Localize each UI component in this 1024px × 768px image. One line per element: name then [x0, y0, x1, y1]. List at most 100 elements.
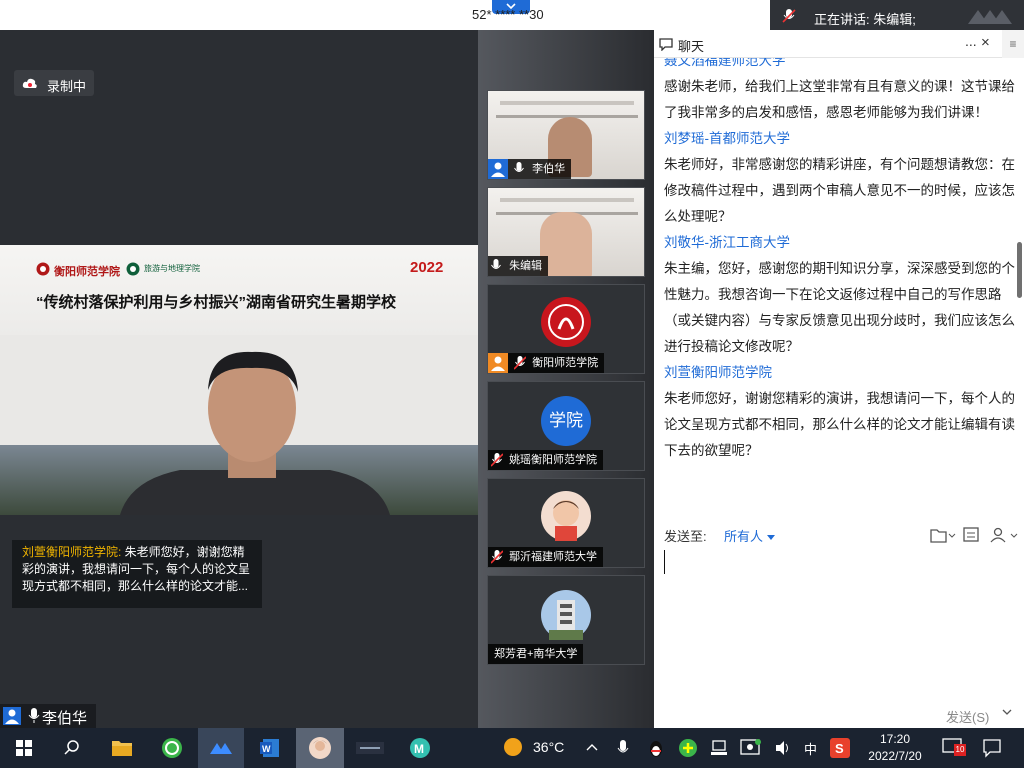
participant-namebar: 衡阳师范学院: [488, 353, 605, 373]
browser-360-icon: [162, 738, 182, 758]
windows-logo-icon: [16, 740, 32, 756]
main-video-feed[interactable]: 衡阳师范学院 旅游与地理学院 2022 “传统村落保护利用与乡村振兴”湖南省研究…: [0, 245, 478, 515]
participant-name: 姚瑶衡阳师范学院: [509, 454, 598, 466]
scrollbar-thumb[interactable]: [1017, 242, 1022, 298]
speaking-indicator: 正在讲话: 朱编辑;: [770, 0, 1024, 32]
recording-label: 录制中: [47, 79, 87, 94]
chat-message-text: 朱老师好，非常感谢您的精彩讲座，有个问题想请教您：在修改稿件过程中，遇到两个审稿…: [664, 157, 1015, 224]
school-logo-text: 衡阳师范学院: [54, 266, 120, 278]
announcement-icon[interactable]: [962, 526, 980, 544]
app-window: 52* **** **30 正在讲话: 朱编辑; 录制中 衡阳师范学院 旅游与地…: [0, 0, 1024, 768]
mic-muted-icon: [488, 450, 504, 470]
search-button[interactable]: [48, 728, 96, 768]
mic-muted-icon: [782, 9, 796, 23]
send-button[interactable]: 发送(S): [946, 707, 989, 726]
chat-title: 聊天: [678, 39, 705, 54]
chat-message-text: 感谢朱老师，给我们上这堂非常有且有意义的课！这节课给了我非常多的启发和感悟，感恩…: [664, 79, 1015, 120]
chat-message-sender[interactable]: 刘梦瑶-首都师范大学: [664, 126, 1016, 152]
user-avatar-icon: [488, 353, 508, 373]
cloud-record-icon: [22, 78, 37, 88]
recipient-value: 所有人: [724, 529, 764, 544]
chevron-up-icon[interactable]: [586, 743, 598, 751]
chat-message-text: 朱主编，您好，感谢您的期刊知识分享，深深感受到您的个性魅力。我想咨询一下在论文返…: [664, 261, 1015, 354]
tencent-meeting-logo-icon: [968, 10, 1012, 24]
caption-sender: 刘萱衡阳师范学院:: [22, 545, 122, 559]
participant-namebar: 郑芳君+南华大学: [488, 644, 584, 664]
tencent-meeting-icon: [210, 743, 232, 754]
mic-muted-icon: [488, 547, 504, 567]
participant-name: 朱编辑: [509, 260, 543, 272]
user-permission-icon[interactable]: [990, 526, 1020, 544]
participant-tile[interactable]: 鄢沂福建师范大学: [487, 478, 645, 568]
banner-year: 2022: [410, 259, 444, 276]
text-avatar: 学院: [541, 396, 591, 446]
input-method[interactable]: 中: [804, 739, 817, 758]
svg-text:W: W: [262, 744, 271, 754]
chat-input[interactable]: [664, 550, 665, 574]
volume-icon[interactable]: [774, 739, 792, 757]
banner-title: “传统村落保护利用与乡村振兴”湖南省研究生暑期学校: [36, 294, 397, 311]
taskbar-browser[interactable]: [148, 728, 196, 768]
side-panel-toggle-icon[interactable]: ≡: [1002, 30, 1024, 58]
qq-icon[interactable]: [646, 738, 666, 758]
taskbar-photo[interactable]: [296, 728, 344, 768]
participant-tile[interactable]: 郑芳君+南华大学: [487, 575, 645, 665]
chat-message-list[interactable]: 聂文滔福建师范大学 感谢朱老师，给我们上这堂非常有且有意义的课！这节课给了我非常…: [664, 58, 1016, 520]
microphone-icon[interactable]: [617, 739, 629, 757]
participant-tile[interactable]: 衡阳师范学院: [487, 284, 645, 374]
speaking-label: 正在讲话: 朱编辑;: [814, 12, 916, 27]
meeting-id[interactable]: 52* **** **30: [472, 7, 544, 22]
chat-message-sender[interactable]: 刘萱衡阳师范学院: [664, 360, 1016, 386]
chat-panel: 聊天 ... × ≡ 聂文滔福建师范大学 感谢朱老师，给我们上这堂非常有且有意义…: [654, 30, 1024, 728]
photo-icon: [309, 737, 331, 759]
chat-message-sender[interactable]: 聂文滔福建师范大学: [664, 58, 1016, 74]
participant-tile[interactable]: 学院 姚瑶衡阳师范学院: [487, 381, 645, 471]
security-icon[interactable]: [740, 738, 762, 758]
recipient-selector[interactable]: 所有人: [724, 526, 775, 545]
mic-muted-icon: [511, 353, 527, 373]
participant-name: 衡阳师范学院: [532, 357, 599, 369]
chevron-down-icon[interactable]: [1002, 709, 1012, 717]
more-options-icon[interactable]: ...: [965, 33, 977, 49]
user-avatar-icon: [488, 159, 508, 179]
svg-text:M: M: [414, 742, 424, 756]
network-icon[interactable]: [710, 739, 728, 757]
chat-message-sender[interactable]: 刘敬华-浙江工商大学: [664, 230, 1016, 256]
participant-name: 李伯华: [532, 163, 566, 175]
participant-namebar: 姚瑶衡阳师范学院: [488, 450, 604, 470]
college-logo-text: 旅游与地理学院: [144, 264, 200, 273]
child-photo-avatar: [541, 491, 591, 541]
speaker-person: [120, 351, 390, 515]
taskbar-video-app[interactable]: [346, 728, 394, 768]
participant-namebar: 朱编辑: [488, 256, 549, 276]
main-speaker-tag: 李伯华: [0, 704, 96, 728]
taskbar-app-m[interactable]: M: [396, 728, 444, 768]
taskbar-word[interactable]: W: [246, 728, 294, 768]
action-center-icon[interactable]: [982, 738, 1002, 758]
participant-tile[interactable]: 李伯华: [487, 90, 645, 180]
chat-bubble-icon: [659, 38, 673, 51]
svg-text:S: S: [835, 741, 844, 756]
close-icon[interactable]: ×: [981, 34, 990, 51]
participant-tile[interactable]: 朱编辑: [487, 187, 645, 277]
system-clock[interactable]: 17:20 2022/7/20: [860, 731, 930, 765]
send-to-label: 发送至:: [664, 529, 707, 544]
app-m-icon: M: [410, 738, 430, 758]
main-speaker-name: 李伯华: [42, 710, 88, 727]
folder-icon: [112, 741, 132, 756]
recording-badge[interactable]: 录制中: [14, 70, 94, 96]
chat-header: 聊天 ... × ≡: [654, 30, 1024, 58]
sogou-icon[interactable]: S: [830, 738, 850, 758]
temperature[interactable]: 36°C: [533, 739, 564, 755]
taskbar-tencent-meeting[interactable]: [198, 728, 244, 768]
folder-icon[interactable]: [930, 526, 956, 544]
taskbar-file-explorer[interactable]: [98, 728, 146, 768]
weather-icon[interactable]: [504, 738, 522, 756]
school-emblem-icon: [36, 262, 50, 276]
windows-taskbar: W M 36°C 中 S 17:20 2022/7/20 10: [0, 728, 1024, 768]
clock-time: 17:20: [879, 732, 911, 746]
chat-scrollbar[interactable]: [1016, 58, 1024, 520]
search-icon: [64, 740, 79, 755]
green-plus-icon[interactable]: [678, 738, 698, 758]
start-button[interactable]: [0, 728, 48, 768]
